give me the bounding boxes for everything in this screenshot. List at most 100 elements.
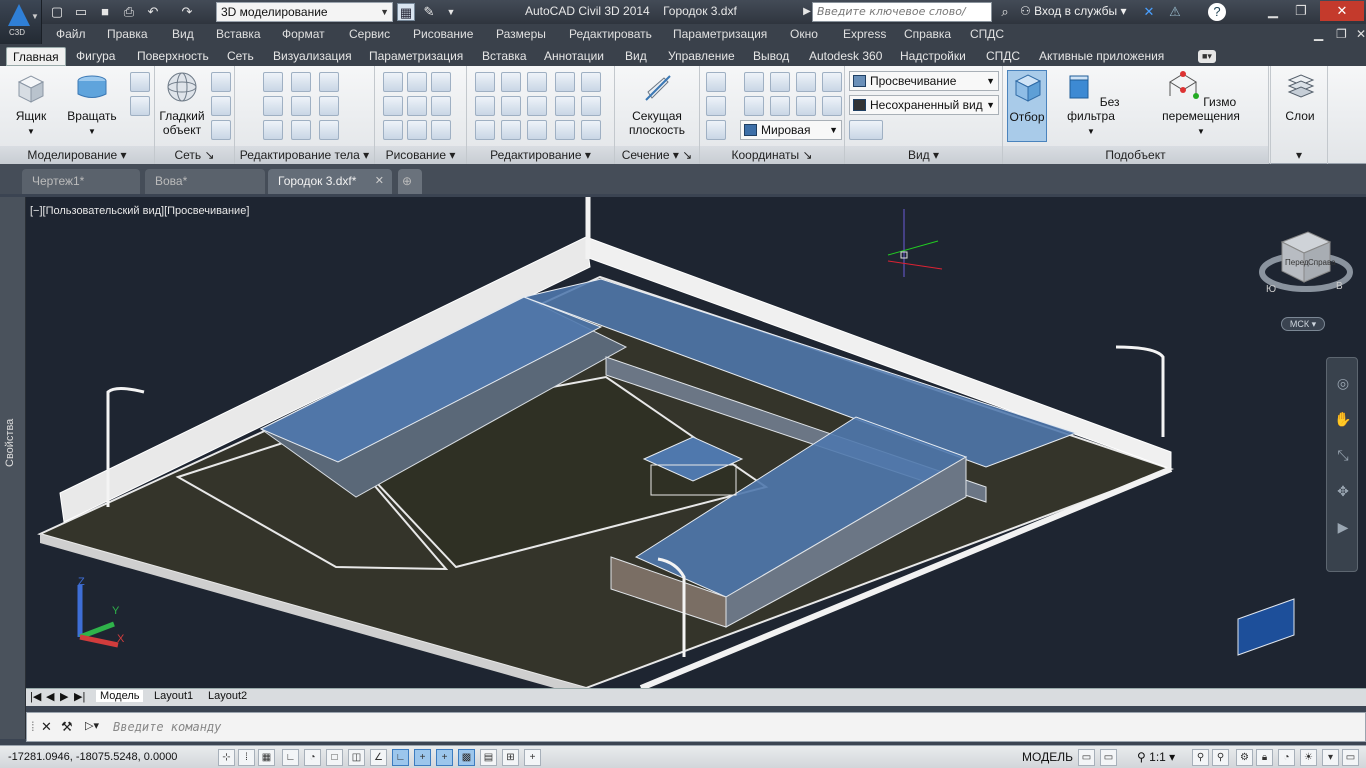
hatch-icon[interactable] — [431, 120, 451, 140]
fillet-icon[interactable] — [475, 96, 495, 116]
viewcube[interactable]: Перед Справа Ю В — [1259, 231, 1353, 295]
transparency-icon[interactable]: ▩ — [458, 749, 475, 766]
panel-title[interactable]: Рисование ▾ — [375, 146, 466, 164]
menu-item[interactable]: Редактировать — [569, 27, 652, 41]
array-icon[interactable] — [475, 120, 495, 140]
3d-rotate-icon[interactable] — [501, 96, 521, 116]
separate-icon[interactable] — [319, 120, 339, 140]
ribbon-tab[interactable]: Аннотации — [544, 47, 604, 66]
layout-tab-model[interactable]: Модель — [96, 690, 144, 702]
layers-expand-icon[interactable]: ▾ — [1271, 146, 1327, 164]
ucs-3point-icon[interactable] — [796, 72, 816, 92]
doc-close-icon[interactable]: ✕ — [1356, 27, 1366, 41]
application-menu-button[interactable]: C3D ▼ — [0, 0, 42, 44]
viewport-controls[interactable]: [−][Пользовательский вид][Просвечивание] — [30, 205, 249, 217]
menu-item[interactable]: Express — [843, 27, 886, 41]
ribbon-tab[interactable]: Управление — [668, 47, 735, 66]
last-layout-icon[interactable]: ▶| — [74, 690, 85, 703]
panel-title[interactable]: Моделирование ▾ — [0, 146, 154, 164]
solid-history-icon[interactable] — [291, 72, 311, 92]
properties-palette[interactable]: Свойства — [0, 197, 26, 739]
menu-item[interactable]: Справка — [904, 27, 951, 41]
visual-style-select[interactable]: Просвечивание ▼ — [849, 71, 999, 91]
ribbon-tab[interactable]: Вставка — [482, 47, 527, 66]
prev-layout-icon[interactable]: ◀ — [46, 690, 54, 703]
extract-edges-icon[interactable] — [319, 72, 339, 92]
ucs-x-icon[interactable] — [770, 96, 790, 116]
menu-item[interactable]: Вид — [172, 27, 194, 41]
extrude-faces-icon[interactable] — [319, 96, 339, 116]
grip-icon[interactable]: ⁞ — [31, 719, 35, 734]
mesh-smooth-more-icon[interactable] — [211, 72, 231, 92]
offset-icon[interactable] — [555, 96, 575, 116]
panel-title[interactable]: Редактирование тела ▾ — [235, 146, 374, 164]
quick-view-layouts-icon[interactable]: ▭ — [1078, 749, 1095, 766]
trim-icon[interactable] — [581, 96, 601, 116]
hardware-acceleration-icon[interactable]: ◔ — [1278, 749, 1295, 766]
clean-screen-icon[interactable]: ▭ — [1342, 749, 1359, 766]
menu-item[interactable]: Окно — [790, 27, 818, 41]
doc-minimize-icon[interactable]: ▁ — [1314, 27, 1323, 41]
3d-osnap-icon[interactable]: ◫ — [348, 749, 365, 766]
zoom-icon[interactable]: ⤡ — [1332, 444, 1354, 466]
polar-icon[interactable]: ◔ — [304, 749, 321, 766]
layout-tab[interactable]: Layout2 — [208, 690, 247, 702]
explode-icon[interactable] — [581, 120, 601, 140]
ucs-y-icon[interactable] — [796, 96, 816, 116]
restore-icon[interactable]: ❐ — [1288, 1, 1314, 21]
polyline-icon[interactable] — [383, 72, 403, 92]
quick-properties-icon[interactable]: ▤ — [480, 749, 497, 766]
ucs-icon[interactable] — [706, 72, 726, 92]
mesh-refine-icon[interactable] — [211, 120, 231, 140]
stretch-icon[interactable] — [581, 72, 601, 92]
ucs-previous-icon[interactable] — [744, 96, 764, 116]
close-command-line-icon[interactable]: ✕ — [41, 719, 52, 735]
rectangle-icon[interactable] — [407, 120, 427, 140]
gizmo-button[interactable]: Гизмо перемещения ▼ — [1139, 70, 1263, 139]
ucs-object-icon[interactable] — [822, 72, 842, 92]
ribbon-tab[interactable]: Вывод — [753, 47, 789, 66]
doc-restore-icon[interactable]: ❐ — [1336, 27, 1347, 41]
showmotion-icon[interactable]: ▶ — [1332, 516, 1354, 538]
close-icon[interactable]: ✕ — [1320, 1, 1364, 21]
next-layout-icon[interactable]: ▶ — [60, 690, 68, 703]
otrack-icon[interactable]: ∠ — [370, 749, 387, 766]
ucs-world-icon[interactable] — [706, 96, 726, 116]
ucs-select[interactable]: Мировая ▼ — [740, 120, 842, 140]
move-icon[interactable] — [527, 72, 547, 92]
menu-item[interactable]: СПДС — [970, 27, 1004, 41]
autodesk360-icon[interactable]: ⚠ — [1166, 3, 1184, 21]
ribbon-tab[interactable]: Активные приложения — [1039, 47, 1164, 66]
ribbon-tab[interactable]: Визуализация — [273, 47, 352, 66]
3d-move-icon[interactable] — [501, 72, 521, 92]
steering-wheel-icon[interactable]: ◎ — [1332, 372, 1354, 394]
polygon-icon[interactable] — [383, 120, 403, 140]
grid-icon[interactable]: ▦ — [258, 749, 275, 766]
model-space-button[interactable]: МОДЕЛЬ — [1022, 750, 1073, 764]
ribbon-tab[interactable]: СПДС — [986, 47, 1020, 66]
osnap-icon[interactable]: □ — [326, 749, 343, 766]
thicken-icon[interactable] — [291, 120, 311, 140]
ribbon-tab[interactable]: Autodesk 360 — [809, 47, 882, 66]
scale-icon[interactable] — [475, 72, 495, 92]
ribbon-tab[interactable]: Вид — [625, 47, 647, 66]
ducs-icon[interactable]: ∟ — [392, 749, 409, 766]
minimize-icon[interactable]: ▁ — [1260, 1, 1286, 21]
polysolid-icon[interactable] — [130, 96, 150, 116]
search-input[interactable]: Введите ключевое слово/фразу — [812, 2, 992, 36]
annotation-monitor-icon[interactable]: + — [524, 749, 541, 766]
first-layout-icon[interactable]: |◀ — [30, 690, 41, 703]
mesh-smooth-less-icon[interactable] — [211, 96, 231, 116]
extrude-button[interactable]: Вращать ▼ — [64, 70, 120, 139]
redo-icon[interactable]: ↷ — [178, 3, 196, 21]
panel-title[interactable]: Сечение ▾ ↘ — [615, 146, 699, 164]
menu-item[interactable]: Параметризация — [673, 27, 767, 41]
infer-constraints-icon[interactable]: ⊹ — [218, 749, 235, 766]
line-icon[interactable] — [407, 96, 427, 116]
new-tab-icon[interactable]: ⊕ — [398, 169, 422, 194]
smooth-object-button[interactable]: Гладкий объект — [157, 70, 207, 137]
lock-ui-icon[interactable]: 🔒︎ — [1256, 749, 1273, 766]
customize-icon[interactable]: ⚒ — [61, 719, 73, 735]
print-icon[interactable]: ⎙ — [120, 3, 138, 21]
section-plane-button[interactable]: Секущая плоскость — [621, 70, 693, 137]
